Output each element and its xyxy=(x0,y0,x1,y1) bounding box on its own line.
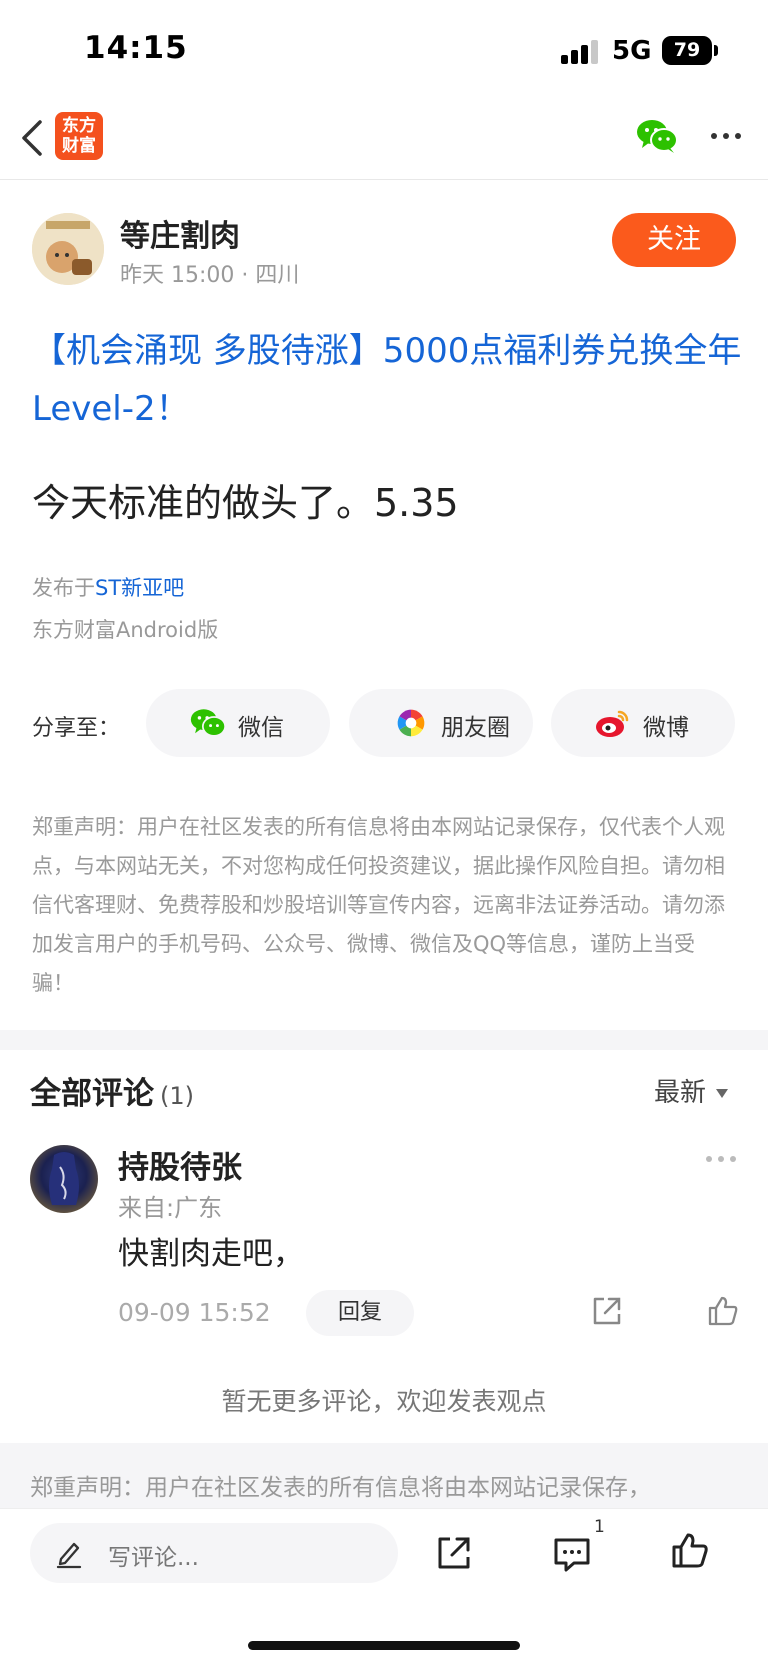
share-moments-label: 朋友圈 xyxy=(441,715,510,741)
status-bar: 14:15 5G 79 xyxy=(0,0,768,100)
follow-button[interactable]: 关注 xyxy=(612,213,736,267)
section-divider xyxy=(0,1030,768,1050)
more-icon[interactable] xyxy=(708,118,744,154)
like-icon[interactable] xyxy=(670,1531,710,1571)
comment-input[interactable]: 写评论... xyxy=(30,1523,398,1583)
nav-bar: 东方 财富 xyxy=(0,100,768,180)
network-label: 5G xyxy=(612,36,652,66)
back-icon[interactable] xyxy=(18,116,48,160)
battery-indicator: 79 xyxy=(662,36,712,65)
published-prefix: 发布于 xyxy=(32,576,95,600)
commenter-name[interactable]: 持股待张 xyxy=(118,1142,242,1187)
author-avatar[interactable] xyxy=(32,213,104,285)
like-icon[interactable] xyxy=(706,1294,740,1328)
commenter-location: 来自:广东 xyxy=(118,1194,223,1222)
share-wechat-label: 微信 xyxy=(238,715,284,741)
wechat-icon[interactable] xyxy=(636,118,678,154)
weibo-icon xyxy=(596,710,629,737)
share-icon[interactable] xyxy=(434,1533,474,1573)
no-more-comments: 暂无更多评论，欢迎发表观点 xyxy=(221,1387,547,1416)
author-header: 等庄割肉 昨天 15:00 · 四川 关注 xyxy=(0,205,768,295)
share-moments-button[interactable]: 朋友圈 xyxy=(349,689,533,757)
brand-logo[interactable]: 东方 财富 xyxy=(55,112,103,160)
comments-count-badge: 1 xyxy=(594,1517,605,1537)
footer-disclaimer-text: 郑重声明：用户在社区发表的所有信息将由本网站记录保存， xyxy=(30,1475,651,1501)
moments-icon xyxy=(397,709,425,737)
comments-title: 全部评论 xyxy=(30,1076,154,1112)
wechat-icon xyxy=(190,709,226,737)
share-weibo-button[interactable]: 微博 xyxy=(551,689,735,757)
footer-disclaimer: 郑重声明：用户在社区发表的所有信息将由本网站记录保存， xyxy=(0,1443,768,1513)
home-indicator xyxy=(248,1641,520,1650)
chevron-down-icon xyxy=(716,1089,729,1098)
disclaimer-text: 郑重声明：用户在社区发表的所有信息将由本网站记录保存，仅代表个人观点，与本网站无… xyxy=(32,815,725,995)
signal-icon xyxy=(561,40,601,64)
commenter-avatar[interactable] xyxy=(30,1145,98,1213)
share-wechat-button[interactable]: 微信 xyxy=(146,689,330,757)
battery-tip xyxy=(714,45,718,56)
comments-icon[interactable] xyxy=(552,1535,592,1573)
comment-text: 快割肉走吧， xyxy=(118,1236,304,1272)
avatar-image xyxy=(49,1152,79,1205)
forum-link[interactable]: ST新亚吧 xyxy=(95,576,184,600)
avatar-image xyxy=(32,213,104,285)
share-weibo-label: 微博 xyxy=(643,715,689,741)
comment-item: 持股待张 来自:广东 快割肉走吧， 09-09 15:52 回复 xyxy=(0,1140,768,1340)
published-in: 发布于ST新亚吧 xyxy=(32,572,184,602)
status-time: 14:15 xyxy=(84,30,188,66)
share-label: 分享至： xyxy=(32,716,121,741)
brand-logo-line1: 东方 xyxy=(62,116,96,136)
promo-link[interactable]: 【机会涌现 多股待涨】5000点福利券兑换全年Level-2！ xyxy=(32,322,742,438)
comments-count: (1) xyxy=(160,1082,194,1110)
comment-time: 09-09 15:52 xyxy=(118,1298,271,1327)
pencil-icon xyxy=(56,1542,82,1569)
share-icon[interactable] xyxy=(590,1294,624,1328)
bottom-action-bar: 写评论... 1 xyxy=(0,1508,768,1663)
comment-input-placeholder: 写评论... xyxy=(108,1545,199,1571)
client-source: 东方财富Android版 xyxy=(32,618,219,642)
sort-dropdown[interactable]: 最新 xyxy=(654,1072,729,1109)
more-icon[interactable] xyxy=(704,1154,738,1164)
comments-header: 全部评论 (1) xyxy=(30,1068,194,1113)
reply-button[interactable]: 回复 xyxy=(306,1290,414,1336)
post-body: 今天标准的做头了。5.35 xyxy=(32,481,459,525)
sort-label: 最新 xyxy=(654,1078,707,1108)
author-name[interactable]: 等庄割肉 xyxy=(120,211,240,255)
brand-logo-line2: 财富 xyxy=(62,136,96,156)
post-meta: 昨天 15:00 · 四川 xyxy=(120,263,300,288)
